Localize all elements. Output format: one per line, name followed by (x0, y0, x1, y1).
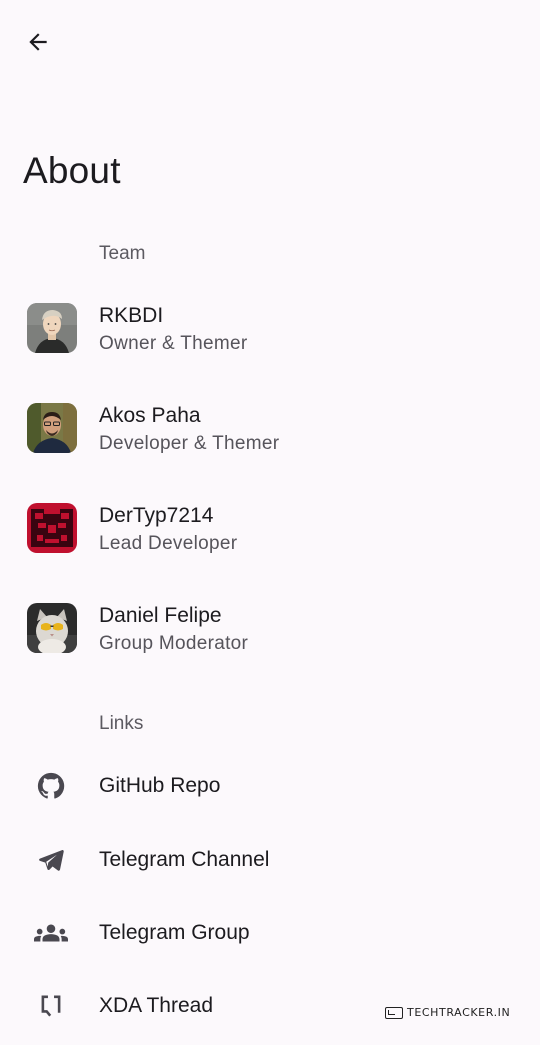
xda-icon (34, 989, 68, 1023)
links-section-header: Links (99, 713, 144, 734)
watermark: TECHTRACKER.IN (385, 1006, 510, 1019)
avatar (27, 503, 77, 553)
team-member-rkbdi[interactable]: RKBDI Owner & Themer (0, 283, 540, 373)
watermark-logo-icon (385, 1006, 403, 1019)
team-member-akos-paha[interactable]: Akos Paha Developer & Themer (0, 383, 540, 473)
team-member-daniel-felipe[interactable]: Daniel Felipe Group Moderator (0, 583, 540, 673)
member-name: DerTyp7214 (99, 504, 214, 527)
member-name: Daniel Felipe (99, 604, 222, 627)
link-github-repo[interactable]: GitHub Repo (0, 753, 540, 817)
link-label: Telegram Channel (99, 848, 270, 871)
team-member-dertyp7214[interactable]: DerTyp7214 Lead Developer (0, 483, 540, 573)
member-role: Group Moderator (99, 633, 249, 654)
link-telegram-channel[interactable]: Telegram Channel (0, 827, 540, 891)
member-name: RKBDI (99, 304, 164, 327)
link-label: GitHub Repo (99, 774, 221, 797)
member-role: Owner & Themer (99, 333, 248, 354)
member-role: Developer & Themer (99, 433, 280, 454)
watermark-text: TECHTRACKER.IN (407, 1006, 511, 1019)
group-icon (34, 916, 68, 950)
page-title: About (23, 150, 121, 191)
member-role: Lead Developer (99, 533, 238, 554)
arrow-back-icon (29, 33, 47, 51)
link-xda-thread[interactable]: XDA Thread (0, 973, 540, 1037)
avatar (27, 303, 77, 353)
telegram-send-icon (34, 843, 68, 877)
link-telegram-group[interactable]: Telegram Group (0, 900, 540, 964)
github-icon (34, 769, 68, 803)
team-section-header: Team (99, 243, 146, 264)
link-label: XDA Thread (99, 994, 214, 1017)
link-label: Telegram Group (99, 921, 250, 944)
member-name: Akos Paha (99, 404, 201, 427)
avatar (27, 603, 77, 653)
back-button[interactable] (18, 22, 58, 62)
avatar (27, 403, 77, 453)
